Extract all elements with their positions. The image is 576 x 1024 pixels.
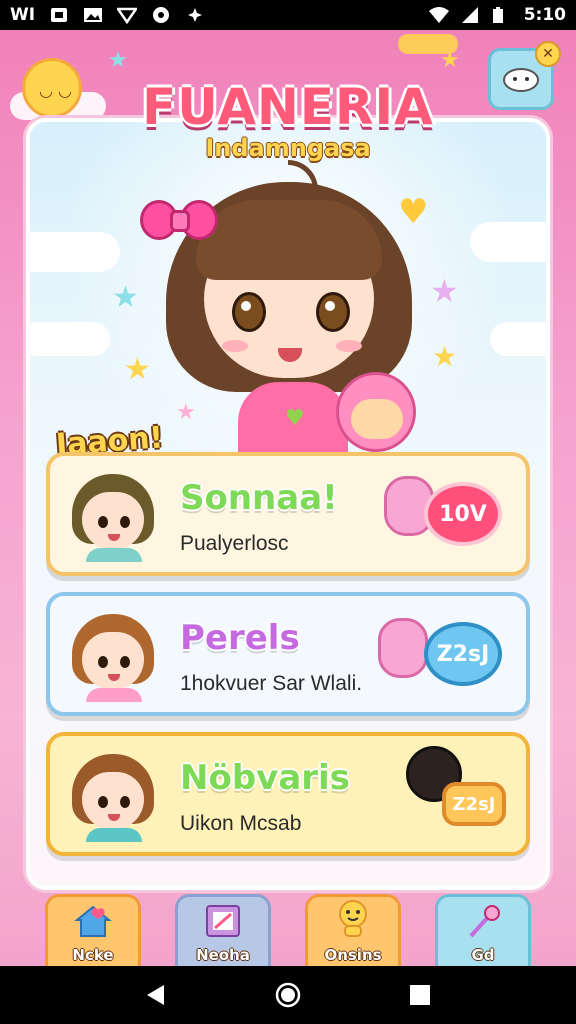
app-title: FUANERIA (142, 78, 434, 136)
nav-go[interactable]: Gd (435, 894, 531, 966)
card-badge[interactable]: Z2sJ (424, 622, 502, 686)
home-heart-icon (73, 904, 113, 944)
background-moon (398, 34, 458, 54)
back-icon[interactable] (141, 980, 171, 1010)
bunny-sticker-icon (378, 618, 428, 678)
home-icon[interactable] (273, 980, 303, 1010)
card-title: Sonnaa! (180, 478, 338, 518)
card-subtitle: Pualyerlosc (180, 532, 289, 555)
status-left-text: WI (10, 5, 36, 25)
menu-card-3[interactable]: Nöbvaris Uikon Mcsab Z2sJ (46, 732, 530, 856)
photo-frame-icon (203, 904, 243, 944)
settings-icon (151, 6, 171, 24)
nav-label: Gd (471, 946, 495, 964)
nav-home[interactable]: Ncke (45, 894, 141, 966)
card-title: Perels (180, 618, 300, 658)
girl-avatar-icon (68, 750, 158, 842)
card-subtitle: 1hokvuer Sar Wlali. (180, 672, 363, 695)
card-badge[interactable]: 10V (424, 482, 502, 546)
card-badge[interactable]: Z2sJ (442, 782, 506, 826)
signal-icon (115, 6, 139, 25)
recents-icon[interactable] (405, 980, 435, 1010)
star-character-icon (331, 898, 375, 944)
nav-media[interactable]: Neoha (175, 894, 271, 966)
hero-character: ♥ (140, 150, 438, 452)
close-badge-icon[interactable]: ✕ (535, 41, 561, 67)
sparkle-icon (185, 6, 205, 24)
girl-avatar-icon (68, 610, 158, 702)
panel-cloud (30, 232, 120, 272)
card-title: Nöbvaris (180, 758, 350, 798)
star-icon: ★ (108, 48, 128, 73)
cell-signal-icon (460, 6, 480, 24)
panel-cloud (490, 322, 546, 356)
plush-toy-icon (336, 372, 416, 452)
star-icon: ★ (112, 280, 139, 315)
nav-label: Neoha (196, 946, 250, 964)
battery-icon (492, 6, 512, 24)
status-bar: WI 5:10 (0, 0, 576, 30)
menu-card-2[interactable]: Perels 1hokvuer Sar Wlali. Z2sJ (46, 592, 530, 716)
image-icon (83, 6, 103, 24)
nav-label: Ncke (72, 946, 114, 964)
heart-icon: ♥ (285, 406, 305, 431)
panel-cloud (30, 322, 110, 356)
boy-avatar-icon (68, 470, 158, 562)
bow-icon (140, 190, 220, 250)
nav-events[interactable]: Onsins (305, 894, 401, 966)
panel-cloud (470, 222, 546, 262)
menu-card-1[interactable]: Sonnaa! Pualyerlosc 10V (46, 452, 530, 576)
card-subtitle: Uikon Mcsab (180, 812, 302, 835)
sim-icon (49, 6, 69, 24)
nav-label: Onsins (324, 946, 382, 964)
magic-wand-icon (463, 904, 503, 944)
status-time: 5:10 (523, 5, 566, 25)
bottom-nav: Ncke Neoha Onsins Gd (0, 892, 576, 966)
system-nav-bar (0, 966, 576, 1024)
star-icon: ★ (124, 352, 151, 387)
wifi-icon (428, 6, 449, 24)
